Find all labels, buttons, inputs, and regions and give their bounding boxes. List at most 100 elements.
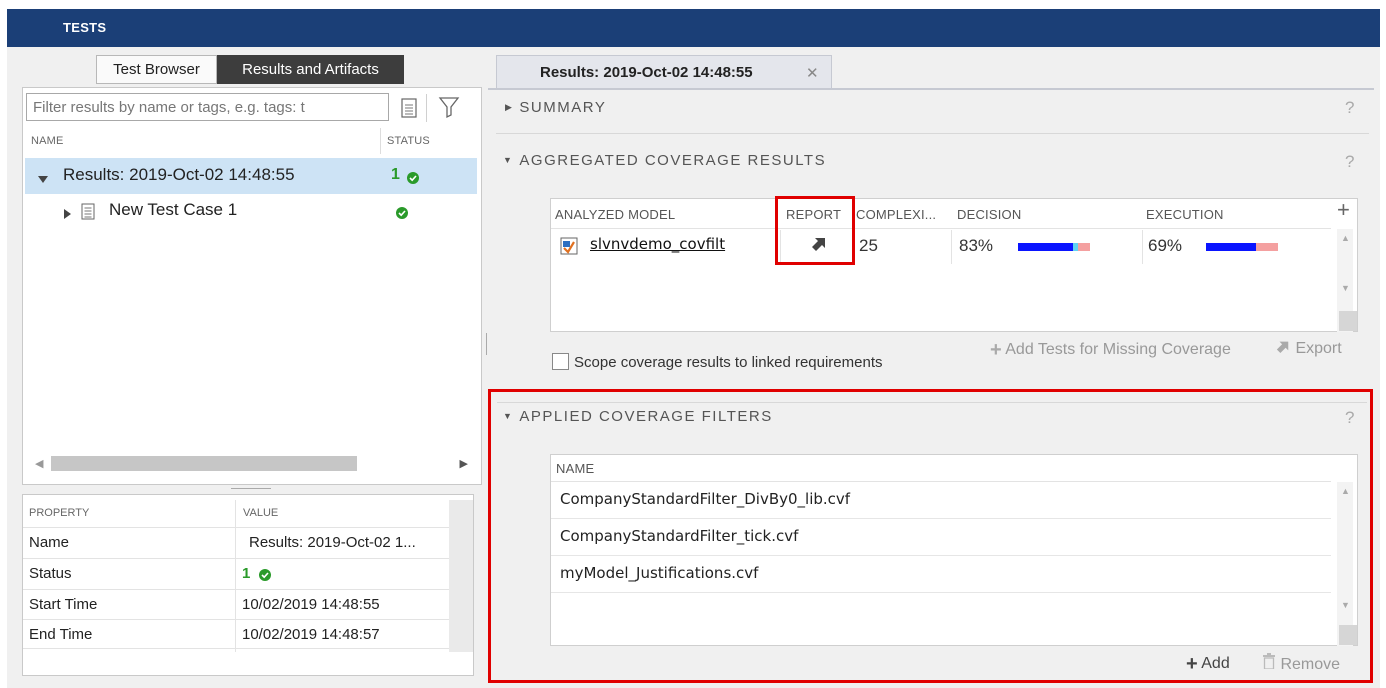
panel-splitter-vertical[interactable] bbox=[486, 333, 487, 355]
property-value: 10/02/2019 14:48:55 bbox=[242, 596, 380, 613]
property-panel: PROPERTY VALUE Name Results: 2019-Oct-02… bbox=[22, 494, 474, 676]
tab-test-browser[interactable]: Test Browser bbox=[96, 55, 217, 84]
tab-results-and-artifacts[interactable]: Results and Artifacts bbox=[217, 55, 404, 84]
caret-right-icon: ▶ bbox=[505, 102, 514, 112]
scroll-right-icon[interactable]: ▶ bbox=[460, 457, 468, 470]
filters-section-toggle[interactable]: ▼ APPLIED COVERAGE FILTERS bbox=[503, 408, 773, 425]
list-item[interactable]: myModel_Justifications.cvf bbox=[551, 556, 1331, 593]
table-row: slvnvdemo_covfilt 25 83% 69% bbox=[551, 229, 1331, 264]
property-key: Name bbox=[29, 534, 70, 551]
tree-row-test-case[interactable]: New Test Case 1 bbox=[25, 194, 477, 230]
execution-value: 69% bbox=[1148, 236, 1183, 255]
app-title-bar: TESTS bbox=[7, 9, 1380, 47]
property-panel-gutter bbox=[449, 500, 473, 652]
plus-icon: + bbox=[1186, 653, 1198, 675]
vertical-scrollbar[interactable]: ▲ ▼ bbox=[1337, 482, 1353, 646]
check-circle-icon bbox=[259, 568, 271, 586]
document-icon[interactable] bbox=[398, 96, 420, 120]
coverage-section-toggle[interactable]: ▼ AGGREGATED COVERAGE RESULTS bbox=[503, 152, 826, 169]
section-divider bbox=[496, 133, 1369, 134]
property-row-end-time: End Time 10/02/2019 14:48:57 bbox=[23, 619, 449, 649]
property-row-start-time: Start Time 10/02/2019 14:48:55 bbox=[23, 589, 449, 619]
decision-value: 83% bbox=[959, 236, 994, 255]
app-title: TESTS bbox=[63, 20, 107, 35]
resize-grip-icon[interactable] bbox=[1339, 625, 1357, 645]
close-icon[interactable]: ✕ bbox=[806, 64, 819, 82]
status-count: 1 bbox=[391, 166, 400, 183]
scope-coverage-label: Scope coverage results to linked require… bbox=[574, 354, 883, 371]
column-divider bbox=[380, 128, 381, 154]
summary-section-toggle[interactable]: ▶ SUMMARY bbox=[505, 99, 606, 116]
horizontal-scrollbar[interactable]: ◀ ▶ bbox=[25, 453, 478, 473]
toolbar-divider bbox=[426, 94, 427, 122]
test-case-document-icon bbox=[81, 203, 95, 225]
add-tests-label: Add Tests for Missing Coverage bbox=[1005, 341, 1231, 358]
column-name: NAME bbox=[556, 461, 595, 476]
filter-file-name: CompanyStandardFilter_DivBy0_lib.cvf bbox=[560, 490, 851, 508]
analyzed-model-link[interactable]: slvnvdemo_covfilt bbox=[590, 235, 725, 253]
scroll-left-icon[interactable]: ◀ bbox=[35, 457, 43, 470]
property-column-header: PROPERTY bbox=[29, 507, 90, 519]
tree-row-label: New Test Case 1 bbox=[109, 200, 238, 219]
filters-title: APPLIED COVERAGE FILTERS bbox=[519, 408, 773, 425]
add-label: Add bbox=[1201, 655, 1230, 672]
results-tree-panel: NAME STATUS Results: 2019-Oct-02 14:48:5… bbox=[22, 87, 482, 485]
filter-results-input[interactable] bbox=[26, 93, 389, 121]
panel-splitter-horizontal[interactable] bbox=[231, 488, 271, 489]
plus-icon: + bbox=[990, 339, 1002, 361]
decision-coverage-bar bbox=[1018, 243, 1090, 251]
property-key: End Time bbox=[29, 626, 93, 643]
add-filter-button[interactable]: + Add bbox=[1186, 653, 1230, 676]
property-row-status: Status 1 bbox=[23, 558, 449, 588]
tree-column-status: STATUS bbox=[387, 135, 430, 147]
filter-file-name: myModel_Justifications.cvf bbox=[560, 564, 759, 582]
scrollbar-thumb[interactable] bbox=[51, 456, 357, 471]
column-execution: EXECUTION bbox=[1146, 207, 1224, 222]
applied-filters-table: NAME CompanyStandardFilter_DivBy0_lib.cv… bbox=[550, 454, 1358, 646]
scroll-up-icon[interactable]: ▲ bbox=[1341, 486, 1350, 496]
add-tests-button[interactable]: + Add Tests for Missing Coverage bbox=[990, 339, 1231, 362]
funnel-icon[interactable] bbox=[437, 94, 461, 120]
column-analyzed-model: ANALYZED MODEL bbox=[555, 207, 676, 222]
scroll-down-icon[interactable]: ▼ bbox=[1341, 600, 1350, 610]
remove-filter-button[interactable]: Remove bbox=[1262, 653, 1340, 674]
scroll-down-icon[interactable]: ▼ bbox=[1341, 283, 1350, 293]
property-key: Status bbox=[29, 565, 72, 582]
remove-label: Remove bbox=[1280, 656, 1341, 673]
scope-coverage-checkbox[interactable] bbox=[552, 353, 569, 370]
resize-grip-icon[interactable] bbox=[1339, 311, 1357, 331]
cell-divider bbox=[951, 230, 952, 264]
help-icon[interactable]: ? bbox=[1345, 408, 1354, 428]
list-item[interactable]: CompanyStandardFilter_tick.cvf bbox=[551, 519, 1331, 556]
help-icon[interactable]: ? bbox=[1345, 152, 1354, 172]
cell-divider bbox=[1142, 230, 1143, 264]
execution-coverage-bar bbox=[1206, 243, 1278, 251]
tab-strip-border bbox=[488, 88, 1374, 90]
column-complexity: COMPLEXI... bbox=[856, 207, 937, 222]
caret-down-icon: ▼ bbox=[503, 411, 514, 421]
export-button[interactable]: Export bbox=[1275, 339, 1342, 358]
tab-results-document[interactable]: Results: 2019-Oct-02 14:48:55 ✕ bbox=[496, 55, 832, 89]
summary-title: SUMMARY bbox=[519, 99, 607, 116]
property-row-name: Name Results: 2019-Oct-02 1... bbox=[23, 527, 449, 557]
scroll-up-icon[interactable]: ▲ bbox=[1341, 233, 1350, 243]
list-item[interactable]: CompanyStandardFilter_DivBy0_lib.cvf bbox=[551, 482, 1331, 519]
property-value: 1 bbox=[242, 565, 251, 582]
property-value: 10/02/2019 14:48:57 bbox=[242, 626, 380, 643]
plus-icon[interactable]: + bbox=[1337, 199, 1350, 221]
simulink-model-icon bbox=[560, 237, 578, 260]
caret-down-icon[interactable] bbox=[38, 171, 48, 189]
coverage-results-table: ANALYZED MODEL REPORT COMPLEXI... DECISI… bbox=[550, 198, 1358, 332]
caret-right-icon[interactable] bbox=[64, 206, 71, 224]
tree-column-name: NAME bbox=[31, 135, 64, 147]
missed-segment bbox=[1256, 243, 1278, 251]
caret-down-icon: ▼ bbox=[503, 155, 514, 165]
coverage-title: AGGREGATED COVERAGE RESULTS bbox=[519, 152, 827, 169]
trash-icon bbox=[1262, 653, 1280, 673]
tab-label: Results: 2019-Oct-02 14:48:55 bbox=[540, 64, 753, 81]
arrow-up-right-icon bbox=[1275, 340, 1295, 357]
property-key: Start Time bbox=[29, 596, 98, 613]
tree-row-results[interactable]: Results: 2019-Oct-02 14:48:55 1 bbox=[25, 158, 477, 194]
column-decision: DECISION bbox=[957, 207, 1022, 222]
help-icon[interactable]: ? bbox=[1345, 98, 1354, 118]
